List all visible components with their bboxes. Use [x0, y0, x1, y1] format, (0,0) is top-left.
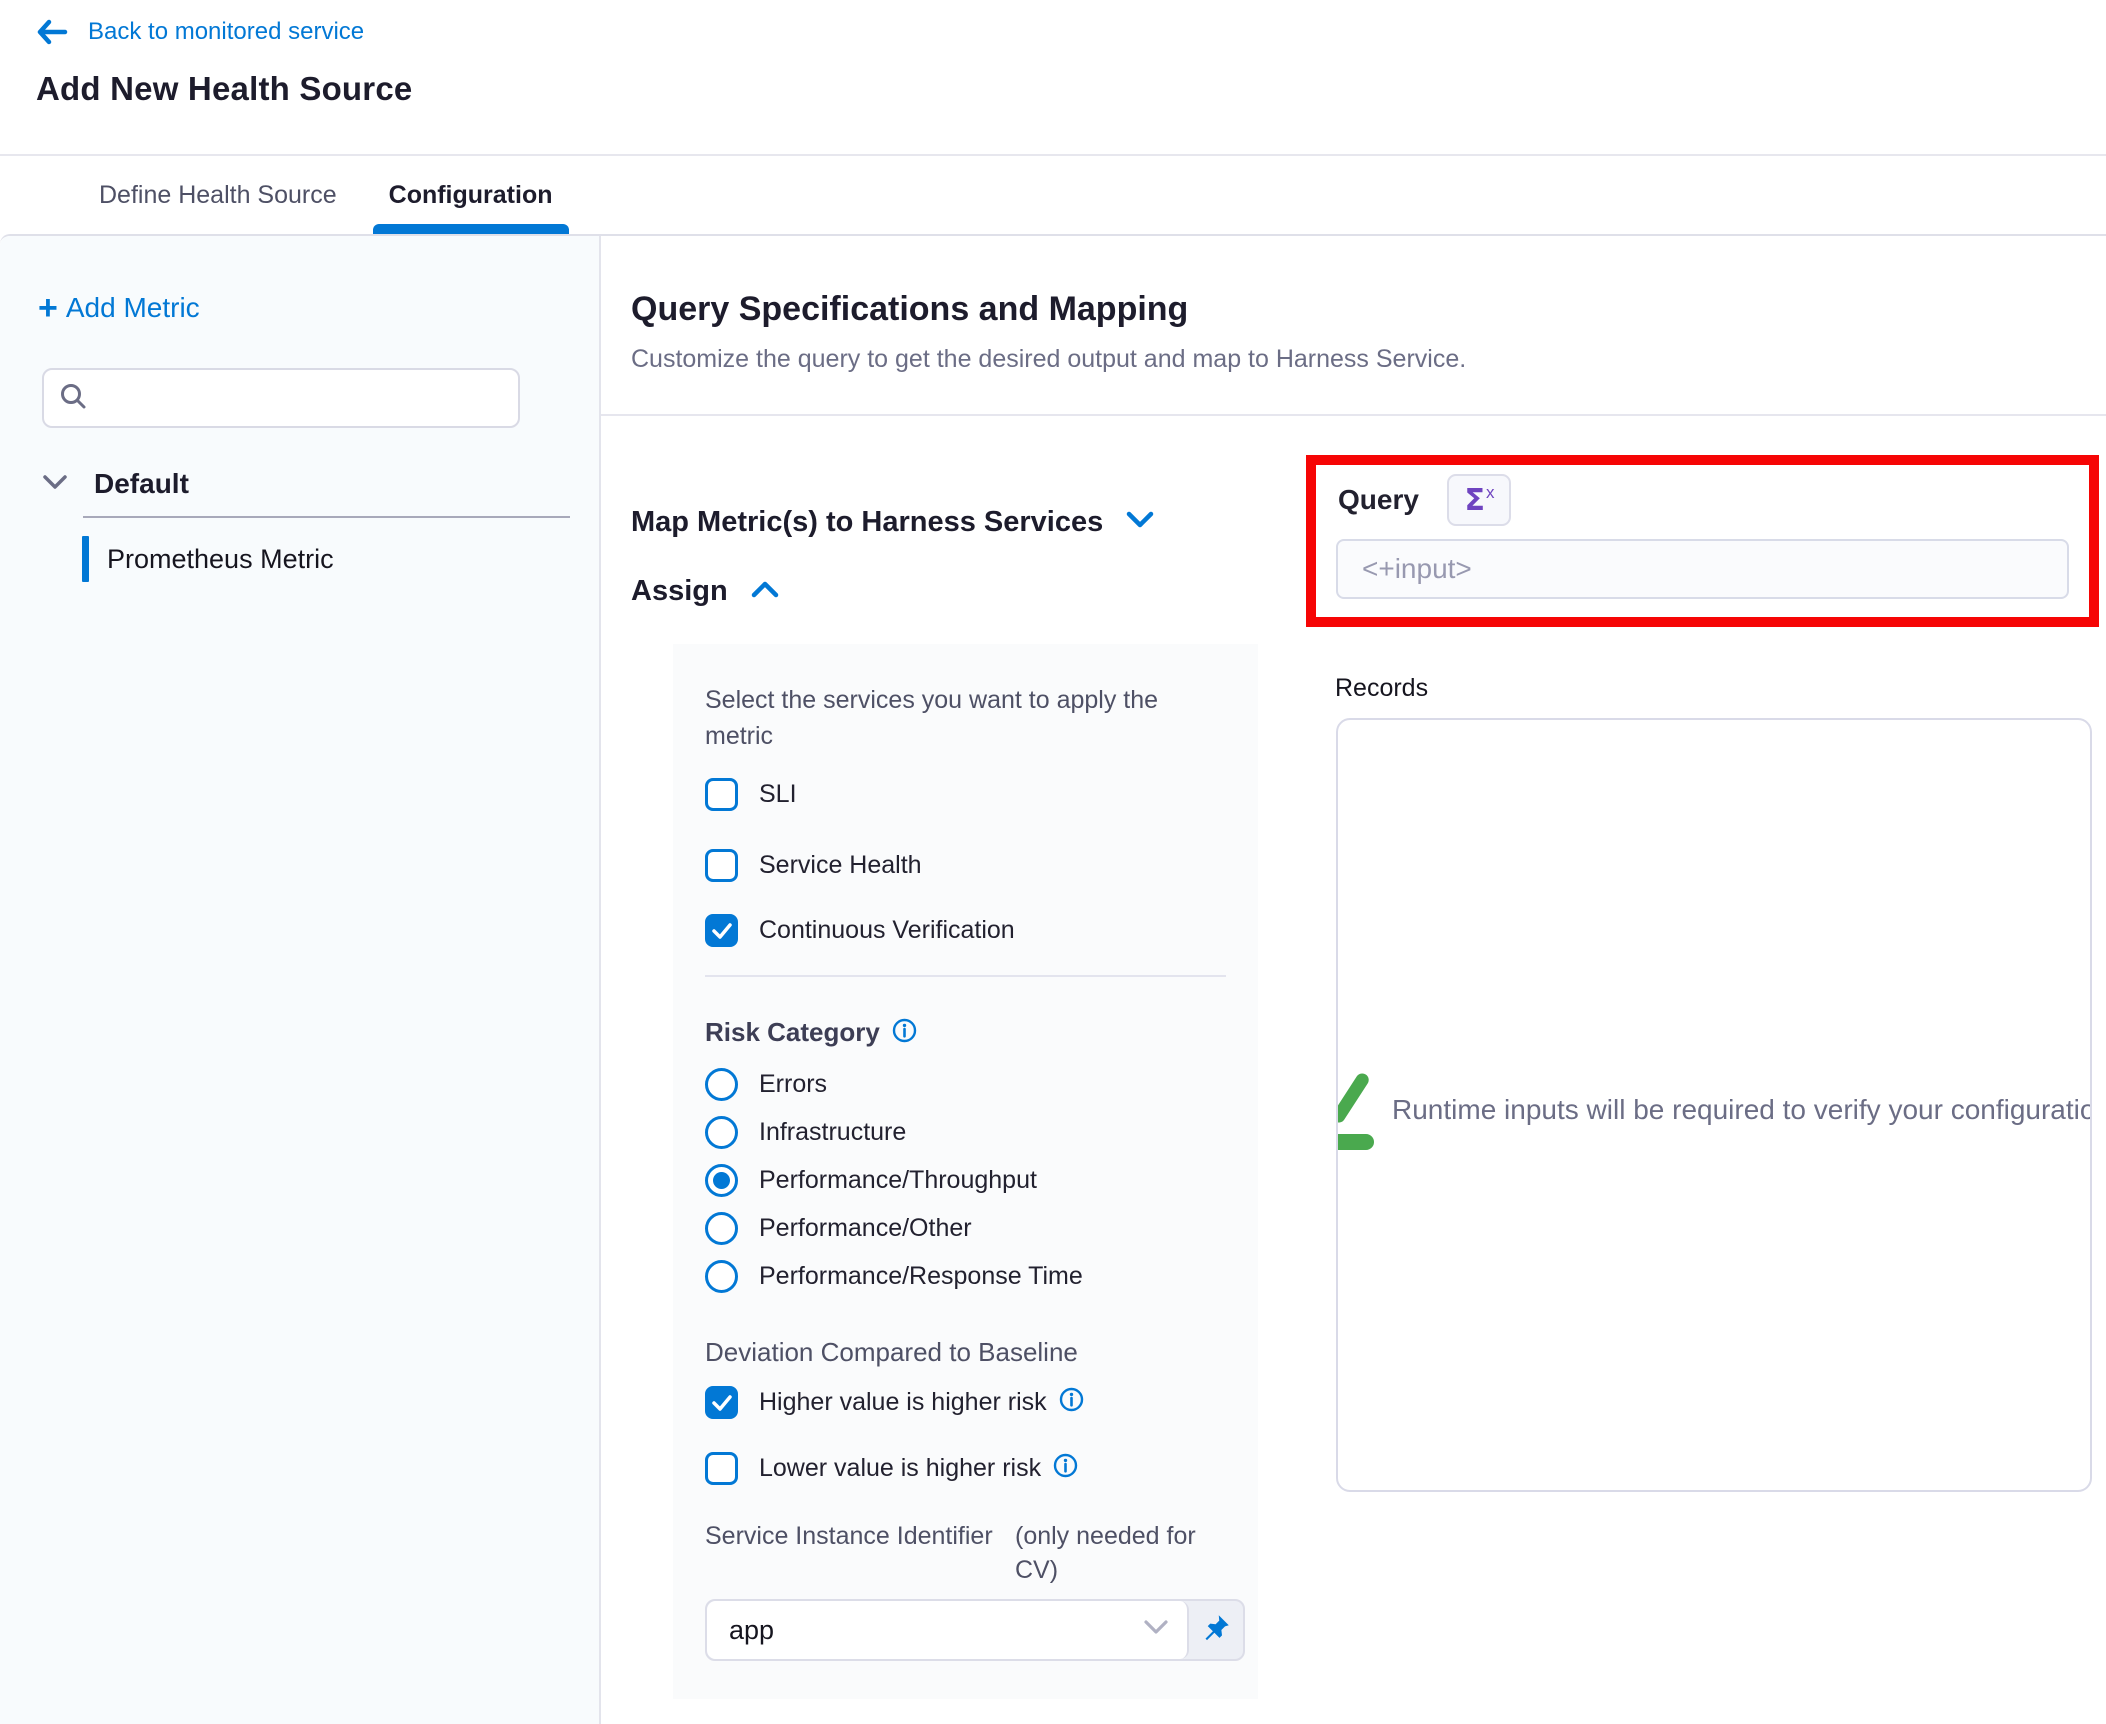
no-records-icon — [1336, 1064, 1376, 1156]
lower-value-text: Lower value is higher risk — [759, 1454, 1041, 1483]
lower-value-checkbox[interactable] — [705, 1452, 738, 1485]
page-title: Add New Health Source — [36, 70, 2106, 108]
sidebar-item-prometheus-metric[interactable]: Prometheus Metric — [82, 536, 599, 582]
checkbox-row-sli: SLI — [705, 778, 1226, 811]
service-instance-label: Service Instance Identifier — [705, 1519, 1015, 1587]
add-metric-button[interactable]: + Add Metric — [38, 292, 200, 324]
section-divider — [601, 414, 2106, 416]
sigma-icon: Σ — [1464, 483, 1485, 518]
info-icon[interactable] — [1059, 1387, 1084, 1419]
pin-icon — [1201, 1613, 1231, 1648]
higher-value-label: Higher value is higher risk — [759, 1387, 1084, 1419]
sigma-sup-x: x — [1486, 483, 1495, 503]
service-instance-note: (only needed for CV) — [1015, 1519, 1226, 1587]
runtime-message: Runtime inputs will be required to verif… — [1392, 1094, 2092, 1126]
query-input[interactable]: <+input> — [1336, 539, 2069, 599]
performance-response-time-label: Performance/Response Time — [759, 1262, 1083, 1291]
risk-category-header: Risk Category — [705, 1017, 1226, 1048]
sli-label: SLI — [759, 780, 797, 809]
main-panel: Query Specifications and Mapping Customi… — [601, 236, 2106, 1724]
chevron-down-icon — [1143, 1619, 1169, 1641]
checkbox-row-service-health: Service Health — [705, 849, 1226, 882]
info-icon[interactable] — [892, 1018, 917, 1048]
chevron-up-icon — [750, 579, 780, 604]
infrastructure-radio[interactable] — [705, 1116, 738, 1149]
performance-response-time-radio[interactable] — [705, 1260, 738, 1293]
metric-search-box[interactable] — [42, 368, 520, 428]
metric-group-default[interactable]: Default — [42, 468, 599, 500]
errors-radio[interactable] — [705, 1068, 738, 1101]
plus-icon: + — [38, 294, 58, 322]
group-divider — [83, 516, 570, 518]
radio-row-infrastructure: Infrastructure — [705, 1116, 1226, 1149]
tab-define-health-source[interactable]: Define Health Source — [97, 156, 339, 234]
pin-button[interactable] — [1189, 1601, 1243, 1659]
sli-checkbox[interactable] — [705, 778, 738, 811]
header: Back to monitored service Add New Health… — [0, 0, 2106, 156]
map-metrics-label: Map Metric(s) to Harness Services — [631, 506, 1103, 539]
records-label: Records — [1335, 674, 1428, 703]
service-health-checkbox[interactable] — [705, 849, 738, 882]
back-link-label: Back to monitored service — [88, 18, 364, 46]
services-prompt: Select the services you want to apply th… — [705, 682, 1205, 754]
service-health-label: Service Health — [759, 851, 922, 880]
back-link[interactable]: Back to monitored service — [36, 18, 2106, 46]
metric-group-label: Default — [94, 468, 189, 500]
search-icon — [58, 381, 88, 416]
tab-bar: Define Health Source Configuration — [0, 156, 2106, 234]
query-label: Query — [1338, 484, 1419, 516]
continuous-verification-checkbox[interactable] — [705, 914, 738, 947]
errors-label: Errors — [759, 1070, 827, 1099]
service-instance-dropdown[interactable]: app — [707, 1601, 1189, 1659]
radio-row-performance-other: Performance/Other — [705, 1212, 1226, 1245]
query-section-highlight: Query Σ x <+input> — [1306, 455, 2099, 627]
risk-category-label: Risk Category — [705, 1017, 880, 1048]
metric-search-input[interactable] — [100, 384, 504, 413]
expression-builder-button[interactable]: Σ x — [1447, 474, 1511, 526]
query-header-row: Query Σ x — [1338, 474, 2089, 526]
records-box: Runtime inputs will be required to verif… — [1336, 718, 2092, 1492]
higher-value-checkbox[interactable] — [705, 1386, 738, 1419]
performance-throughput-radio[interactable] — [705, 1164, 738, 1197]
performance-throughput-label: Performance/Throughput — [759, 1166, 1037, 1195]
radio-row-performance-throughput: Performance/Throughput — [705, 1164, 1226, 1197]
add-metric-label: Add Metric — [66, 292, 200, 324]
higher-value-text: Higher value is higher risk — [759, 1388, 1047, 1417]
section-title: Query Specifications and Mapping — [631, 290, 2106, 329]
panel-divider — [705, 975, 1226, 977]
service-instance-control: app — [705, 1599, 1245, 1661]
assign-panel: Select the services you want to apply th… — [673, 644, 1258, 1699]
checkbox-row-continuous-verification: Continuous Verification — [705, 914, 1226, 947]
deviation-label: Deviation Compared to Baseline — [705, 1337, 1226, 1368]
back-arrow-icon — [36, 18, 68, 46]
selected-indicator-bar — [82, 536, 89, 582]
content-area: + Add Metric Default Prometheus Metric Q… — [0, 234, 2106, 1724]
performance-other-label: Performance/Other — [759, 1214, 972, 1243]
service-instance-row: Service Instance Identifier (only needed… — [705, 1519, 1226, 1587]
tab-configuration[interactable]: Configuration — [387, 156, 555, 234]
lower-value-label: Lower value is higher risk — [759, 1453, 1078, 1485]
checkbox-row-higher-value: Higher value is higher risk — [705, 1386, 1226, 1419]
assign-label: Assign — [631, 575, 728, 608]
radio-row-errors: Errors — [705, 1068, 1226, 1101]
service-instance-value: app — [729, 1615, 774, 1646]
performance-other-radio[interactable] — [705, 1212, 738, 1245]
info-icon[interactable] — [1053, 1453, 1078, 1485]
chevron-down-icon — [42, 473, 68, 496]
continuous-verification-label: Continuous Verification — [759, 916, 1015, 945]
metrics-sidebar: + Add Metric Default Prometheus Metric — [0, 236, 601, 1724]
section-subtitle: Customize the query to get the desired o… — [631, 345, 2106, 374]
checkbox-row-lower-value: Lower value is higher risk — [705, 1452, 1226, 1485]
runtime-message-row: Runtime inputs will be required to verif… — [1336, 1060, 2092, 1160]
radio-row-performance-response-time: Performance/Response Time — [705, 1260, 1226, 1293]
metric-name-label: Prometheus Metric — [107, 544, 334, 575]
query-input-value: <+input> — [1362, 553, 1472, 585]
chevron-down-icon — [1125, 510, 1155, 535]
infrastructure-label: Infrastructure — [759, 1118, 906, 1147]
